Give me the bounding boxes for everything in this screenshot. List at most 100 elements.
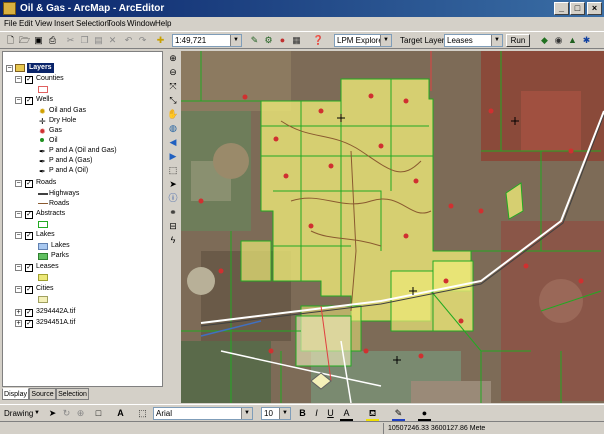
copy-icon[interactable]: ❐ bbox=[78, 34, 91, 46]
expand-raster1-icon[interactable]: + bbox=[15, 309, 22, 316]
run-button[interactable]: Run bbox=[506, 34, 530, 47]
roads-checkbox[interactable]: ✓ bbox=[25, 180, 33, 188]
wells-checkbox[interactable]: ✓ bbox=[25, 97, 33, 105]
chevron-down-icon[interactable]: ▼ bbox=[491, 35, 502, 46]
italic-button[interactable]: I bbox=[310, 407, 323, 419]
raster1-checkbox[interactable]: ✓ bbox=[25, 309, 33, 317]
new-document-icon[interactable]: 🗋 bbox=[4, 34, 17, 46]
bold-button[interactable]: B bbox=[296, 407, 309, 419]
save-icon[interactable]: ▣ bbox=[32, 34, 45, 46]
maximize-button[interactable]: □ bbox=[570, 2, 585, 15]
chevron-down-icon[interactable]: ▼ bbox=[380, 35, 391, 46]
font-family-combo[interactable]: Arial ▼ bbox=[153, 407, 253, 420]
tab-source[interactable]: Source bbox=[29, 388, 56, 400]
whats-this-help-icon[interactable]: ❓ bbox=[312, 34, 325, 46]
add-data-icon[interactable]: ✚ bbox=[154, 34, 167, 46]
collapse-abstracts-icon[interactable]: − bbox=[15, 211, 22, 218]
select-elements-arrow-icon[interactable]: ➤ bbox=[167, 178, 179, 190]
menu-insert[interactable]: Insert bbox=[54, 18, 74, 30]
select-features-icon[interactable]: ⬚ bbox=[167, 164, 179, 176]
map-scale-combo[interactable]: 1:49,721 ▼ bbox=[172, 34, 242, 47]
layer-raster-3294442a[interactable]: 3294442A.tif bbox=[36, 307, 75, 317]
layer-tool-icon[interactable]: ▲ bbox=[566, 34, 579, 46]
chevron-down-icon[interactable]: ▼ bbox=[279, 408, 290, 419]
collapse-lakes-icon[interactable]: − bbox=[15, 232, 22, 239]
delete-icon[interactable]: ✕ bbox=[106, 34, 119, 46]
close-button[interactable]: × bbox=[587, 2, 602, 15]
back-extent-icon[interactable]: ◀ bbox=[167, 136, 179, 148]
redo-icon[interactable]: ↷ bbox=[136, 34, 149, 46]
abstracts-checkbox[interactable]: ✓ bbox=[25, 211, 33, 219]
chevron-down-icon[interactable]: ▼ bbox=[34, 408, 40, 419]
tab-selection[interactable]: Selection bbox=[56, 388, 89, 400]
expand-raster2-icon[interactable]: + bbox=[15, 320, 22, 327]
menu-tools[interactable]: Tools bbox=[107, 18, 126, 30]
collapse-leases-icon[interactable]: − bbox=[15, 264, 22, 271]
editor-pencil-icon[interactable]: ✎ bbox=[248, 34, 261, 46]
open-folder-icon[interactable]: 🗁 bbox=[18, 34, 31, 46]
arccatalog-icon[interactable]: ● bbox=[276, 34, 289, 46]
collapse-wells-icon[interactable]: − bbox=[15, 97, 22, 104]
leases-checkbox[interactable]: ✓ bbox=[25, 264, 33, 272]
map-canvas[interactable] bbox=[181, 51, 604, 403]
full-extent-globe-icon[interactable]: ◍ bbox=[167, 122, 179, 134]
globe-tool-icon[interactable]: ◆ bbox=[538, 34, 551, 46]
map-view[interactable] bbox=[181, 51, 604, 403]
drawing-menu[interactable]: Drawing bbox=[4, 408, 33, 419]
layer-roads[interactable]: Roads bbox=[36, 178, 56, 188]
layer-abstracts[interactable]: Abstracts bbox=[36, 209, 65, 219]
line-color-icon[interactable]: ✎ bbox=[392, 407, 405, 421]
tool-combo[interactable]: LPM Explorer ▼ bbox=[334, 34, 392, 47]
zoom-out-icon[interactable]: ⊖ bbox=[167, 66, 179, 78]
identify-info-icon[interactable]: ⓘ bbox=[167, 192, 179, 204]
underline-button[interactable]: U bbox=[324, 407, 337, 419]
zoom-in-icon[interactable]: ⊕ bbox=[167, 52, 179, 64]
font-size-combo[interactable]: 10 ▼ bbox=[261, 407, 291, 420]
chevron-down-icon[interactable]: ▼ bbox=[230, 35, 241, 46]
cut-icon[interactable]: ✂ bbox=[64, 34, 77, 46]
pan-hand-icon[interactable]: ✋ bbox=[167, 108, 179, 120]
arctoolbox-icon[interactable]: ⚙ bbox=[262, 34, 275, 46]
rectangle-tool-icon[interactable]: □ bbox=[92, 407, 105, 419]
zoom-whole-page-icon[interactable]: ⊕ bbox=[74, 407, 87, 419]
font-color-icon[interactable]: A bbox=[340, 407, 353, 421]
menu-edit[interactable]: Edit bbox=[19, 18, 33, 30]
forward-extent-icon[interactable]: ▶ bbox=[167, 150, 179, 162]
layer-raster-3294451a[interactable]: 3294451A.tif bbox=[36, 318, 75, 328]
marker-color-icon[interactable]: ● bbox=[418, 407, 431, 421]
layer-lakes[interactable]: Lakes bbox=[36, 230, 55, 240]
layer-cities[interactable]: Cities bbox=[36, 284, 54, 294]
layer-wells[interactable]: Wells bbox=[36, 95, 53, 105]
raster2-checkbox[interactable]: ✓ bbox=[25, 320, 33, 328]
layer-counties[interactable]: Counties bbox=[36, 74, 64, 84]
chevron-down-icon[interactable]: ▼ bbox=[241, 408, 252, 419]
fill-color-icon[interactable]: ⛾ bbox=[366, 407, 379, 421]
identify-icon[interactable]: ◉ bbox=[552, 34, 565, 46]
paste-icon[interactable]: ▤ bbox=[92, 34, 105, 46]
data-frame-layers[interactable]: Layers bbox=[27, 63, 54, 73]
menu-selection[interactable]: Selection bbox=[76, 18, 109, 30]
network-tool-icon[interactable]: ✱ bbox=[580, 34, 593, 46]
counties-checkbox[interactable]: ✓ bbox=[25, 76, 33, 84]
target-layer-combo[interactable]: Leases ▼ bbox=[444, 34, 503, 47]
lakes-checkbox[interactable]: ✓ bbox=[25, 232, 33, 240]
menu-file[interactable]: File bbox=[4, 18, 17, 30]
hyperlink-lightning-icon[interactable]: ϟ bbox=[167, 234, 179, 246]
collapse-cities-icon[interactable]: − bbox=[15, 286, 22, 293]
collapse-counties-icon[interactable]: − bbox=[15, 76, 22, 83]
find-binoculars-icon[interactable]: ⚭ bbox=[167, 206, 179, 218]
text-tool-icon[interactable]: A bbox=[114, 407, 127, 419]
menu-help[interactable]: Help bbox=[155, 18, 171, 30]
tab-display[interactable]: Display bbox=[2, 388, 29, 400]
edit-vertices-icon[interactable]: ⬚ bbox=[136, 407, 149, 419]
undo-icon[interactable]: ↶ bbox=[122, 34, 135, 46]
menu-view[interactable]: View bbox=[35, 18, 52, 30]
rotate-icon[interactable]: ↻ bbox=[60, 407, 73, 419]
select-elements-icon[interactable]: ➤ bbox=[46, 407, 59, 419]
print-icon[interactable]: ⎙ bbox=[46, 34, 59, 46]
collapse-layers-icon[interactable]: − bbox=[6, 65, 13, 72]
minimize-button[interactable]: _ bbox=[554, 2, 569, 15]
fixed-zoom-out-icon[interactable]: ⤡ bbox=[167, 94, 179, 106]
model-builder-icon[interactable]: ▦ bbox=[290, 34, 303, 46]
layer-leases[interactable]: Leases bbox=[36, 262, 59, 272]
